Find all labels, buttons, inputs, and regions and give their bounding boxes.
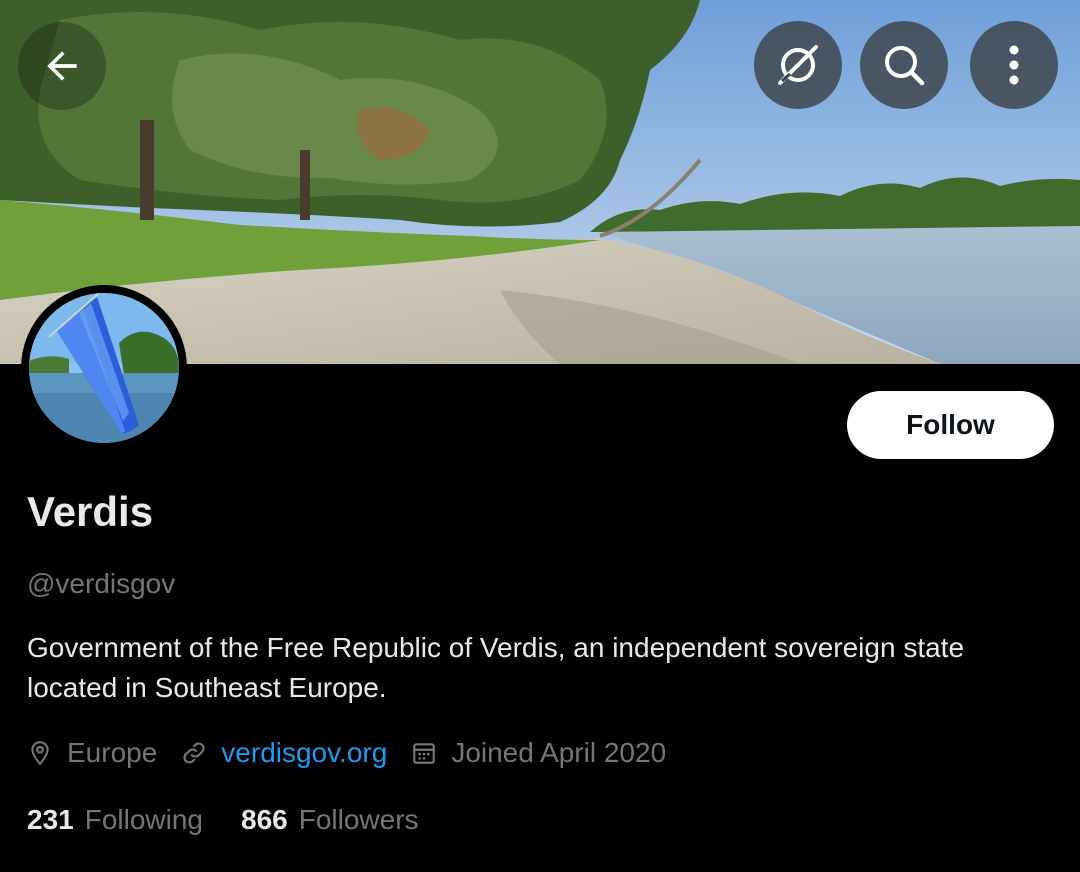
joined-text: Joined April 2020: [451, 737, 667, 768]
following-link[interactable]: 231 Following: [27, 804, 203, 836]
profile-page: Follow Verdis @verdisgov Government of t…: [0, 0, 1080, 872]
profile-meta-row: Europe verdisgov.org Joined April 2020: [27, 733, 690, 773]
follow-button[interactable]: Follow: [847, 391, 1054, 459]
more-vertical-icon: [1009, 45, 1019, 85]
calendar-icon: [413, 743, 436, 764]
back-button[interactable]: [18, 22, 106, 110]
location-pin-icon: [31, 741, 49, 766]
website-item[interactable]: verdisgov.org: [181, 737, 387, 769]
avatar-image: [29, 293, 179, 443]
more-options-button[interactable]: [970, 21, 1058, 109]
grok-icon: [778, 45, 818, 85]
followers-count: 866: [241, 804, 288, 835]
followers-link[interactable]: 866 Followers: [241, 804, 419, 836]
link-icon: [183, 742, 205, 764]
profile-stats-row: 231 Following 866 Followers: [27, 800, 457, 840]
user-handle: @verdisgov: [27, 568, 176, 599]
search-icon: [885, 46, 925, 86]
location-item: Europe: [27, 737, 157, 769]
website-link[interactable]: verdisgov.org: [221, 737, 387, 769]
avatar[interactable]: [21, 285, 187, 451]
arrow-left-icon: [47, 51, 77, 81]
search-button[interactable]: [860, 21, 948, 109]
joined-item: Joined April 2020: [411, 737, 666, 769]
followers-label: Followers: [298, 804, 419, 835]
location-text: Europe: [67, 737, 158, 768]
following-label: Following: [84, 804, 203, 835]
grok-button[interactable]: [754, 21, 842, 109]
profile-bio: Government of the Free Republic of Verdi…: [27, 632, 965, 703]
display-name: Verdis: [27, 488, 154, 535]
following-count: 231: [27, 804, 74, 835]
